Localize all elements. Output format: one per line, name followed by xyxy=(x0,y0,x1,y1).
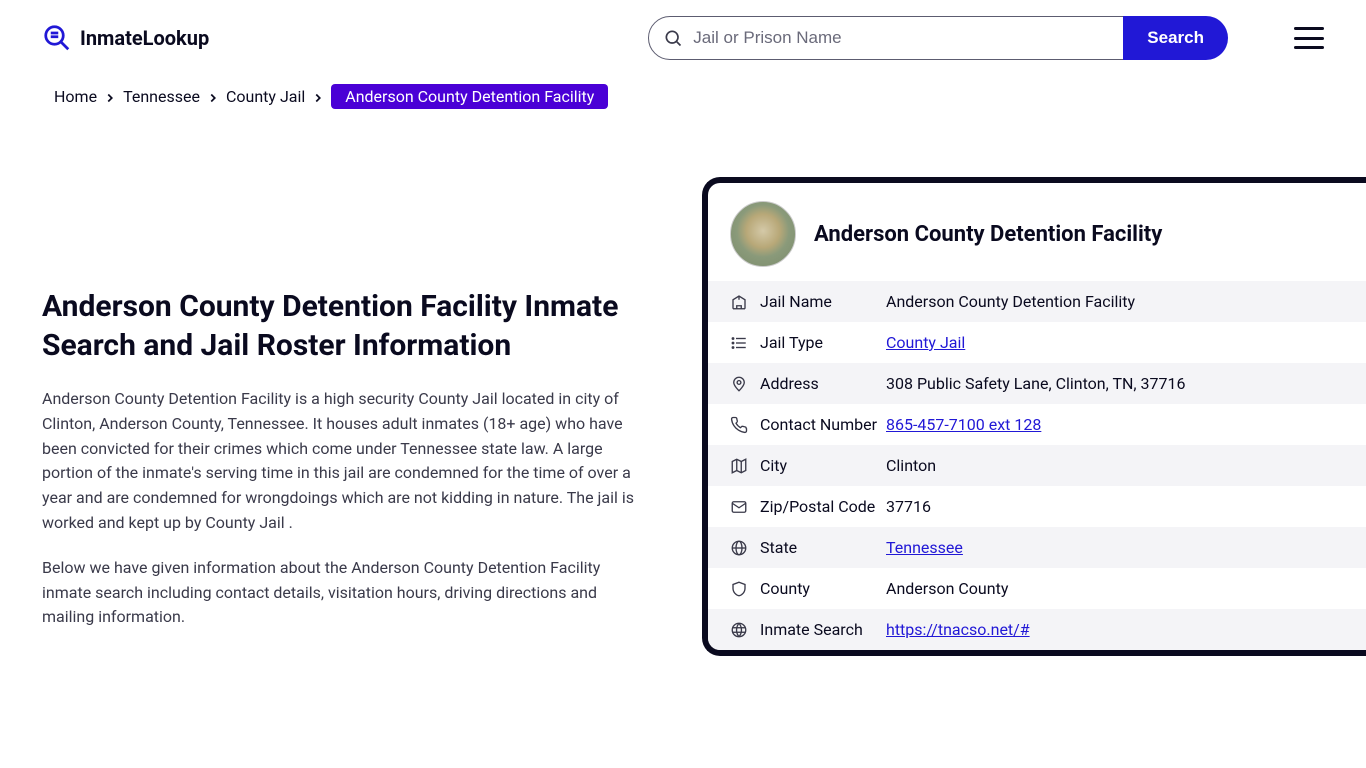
breadcrumb: Home Tennessee County Jail Anderson Coun… xyxy=(0,76,1366,117)
hamburger-menu-icon[interactable] xyxy=(1294,27,1324,49)
info-row: Jail NameAnderson County Detention Facil… xyxy=(708,281,1366,322)
info-value: 37716 xyxy=(886,497,931,516)
facility-avatar xyxy=(730,201,796,267)
brand-name: InmateLookup xyxy=(80,26,209,50)
chevron-right-icon xyxy=(103,90,117,104)
search-form: Search xyxy=(648,16,1228,60)
info-link[interactable]: 865-457-7100 ext 128 xyxy=(886,415,1041,434)
building-icon xyxy=(730,293,748,311)
mail-icon xyxy=(730,498,748,516)
intro-paragraph-2: Below we have given information about th… xyxy=(42,556,642,630)
breadcrumb-current: Anderson County Detention Facility xyxy=(331,84,608,109)
search-button[interactable]: Search xyxy=(1123,16,1228,60)
info-value: Tennessee xyxy=(886,538,963,557)
page-title: Anderson County Detention Facility Inmat… xyxy=(42,287,642,365)
info-value: Clinton xyxy=(886,456,936,475)
info-link[interactable]: Tennessee xyxy=(886,538,963,557)
info-value: 865-457-7100 ext 128 xyxy=(886,415,1041,434)
info-link[interactable]: https://tnacso.net/# xyxy=(886,620,1030,639)
info-card-column: Anderson County Detention Facility Jail … xyxy=(702,177,1366,656)
magnifier-doc-icon xyxy=(42,23,72,53)
search-wrap xyxy=(648,16,1124,60)
info-link[interactable]: County Jail xyxy=(886,333,965,352)
list-icon xyxy=(730,334,748,352)
breadcrumb-home[interactable]: Home xyxy=(54,87,97,106)
info-label: Contact Number xyxy=(760,415,886,434)
info-value: Anderson County Detention Facility xyxy=(886,292,1135,311)
info-label: City xyxy=(760,456,886,475)
card-header: Anderson County Detention Facility xyxy=(708,183,1366,281)
info-label: County xyxy=(760,579,886,598)
info-row: Inmate Searchhttps://tnacso.net/# xyxy=(708,609,1366,650)
info-value: County Jail xyxy=(886,333,965,352)
breadcrumb-state[interactable]: Tennessee xyxy=(123,87,200,106)
info-label: Inmate Search xyxy=(760,620,886,639)
breadcrumb-type[interactable]: County Jail xyxy=(226,87,305,106)
chevron-right-icon xyxy=(206,90,220,104)
info-row: Zip/Postal Code37716 xyxy=(708,486,1366,527)
info-label: Jail Type xyxy=(760,333,886,352)
search-icon xyxy=(663,28,683,48)
main-content: Anderson County Detention Facility Inmat… xyxy=(0,177,1366,656)
map-icon xyxy=(730,457,748,475)
brand-logo[interactable]: InmateLookup xyxy=(42,23,209,53)
info-label: Jail Name xyxy=(760,292,886,311)
header: InmateLookup Search xyxy=(0,0,1366,76)
card-title: Anderson County Detention Facility xyxy=(814,222,1162,247)
info-row: Contact Number865-457-7100 ext 128 xyxy=(708,404,1366,445)
facility-info-card: Anderson County Detention Facility Jail … xyxy=(702,177,1366,656)
chevron-right-icon xyxy=(311,90,325,104)
info-label: Zip/Postal Code xyxy=(760,497,886,516)
intro-paragraph-1: Anderson County Detention Facility is a … xyxy=(42,387,642,536)
web-icon xyxy=(730,621,748,639)
globe-icon xyxy=(730,539,748,557)
info-row: CityClinton xyxy=(708,445,1366,486)
info-label: Address xyxy=(760,374,886,393)
info-row: StateTennessee xyxy=(708,527,1366,568)
search-input[interactable] xyxy=(693,28,1109,48)
shield-icon xyxy=(730,580,748,598)
phone-icon xyxy=(730,416,748,434)
article-column: Anderson County Detention Facility Inmat… xyxy=(42,177,642,650)
info-value: 308 Public Safety Lane, Clinton, TN, 377… xyxy=(886,374,1185,393)
pin-icon xyxy=(730,375,748,393)
info-label: State xyxy=(760,538,886,557)
info-value: https://tnacso.net/# xyxy=(886,620,1030,639)
info-row: Jail TypeCounty Jail xyxy=(708,322,1366,363)
info-row: CountyAnderson County xyxy=(708,568,1366,609)
info-value: Anderson County xyxy=(886,579,1008,598)
info-row: Address308 Public Safety Lane, Clinton, … xyxy=(708,363,1366,404)
